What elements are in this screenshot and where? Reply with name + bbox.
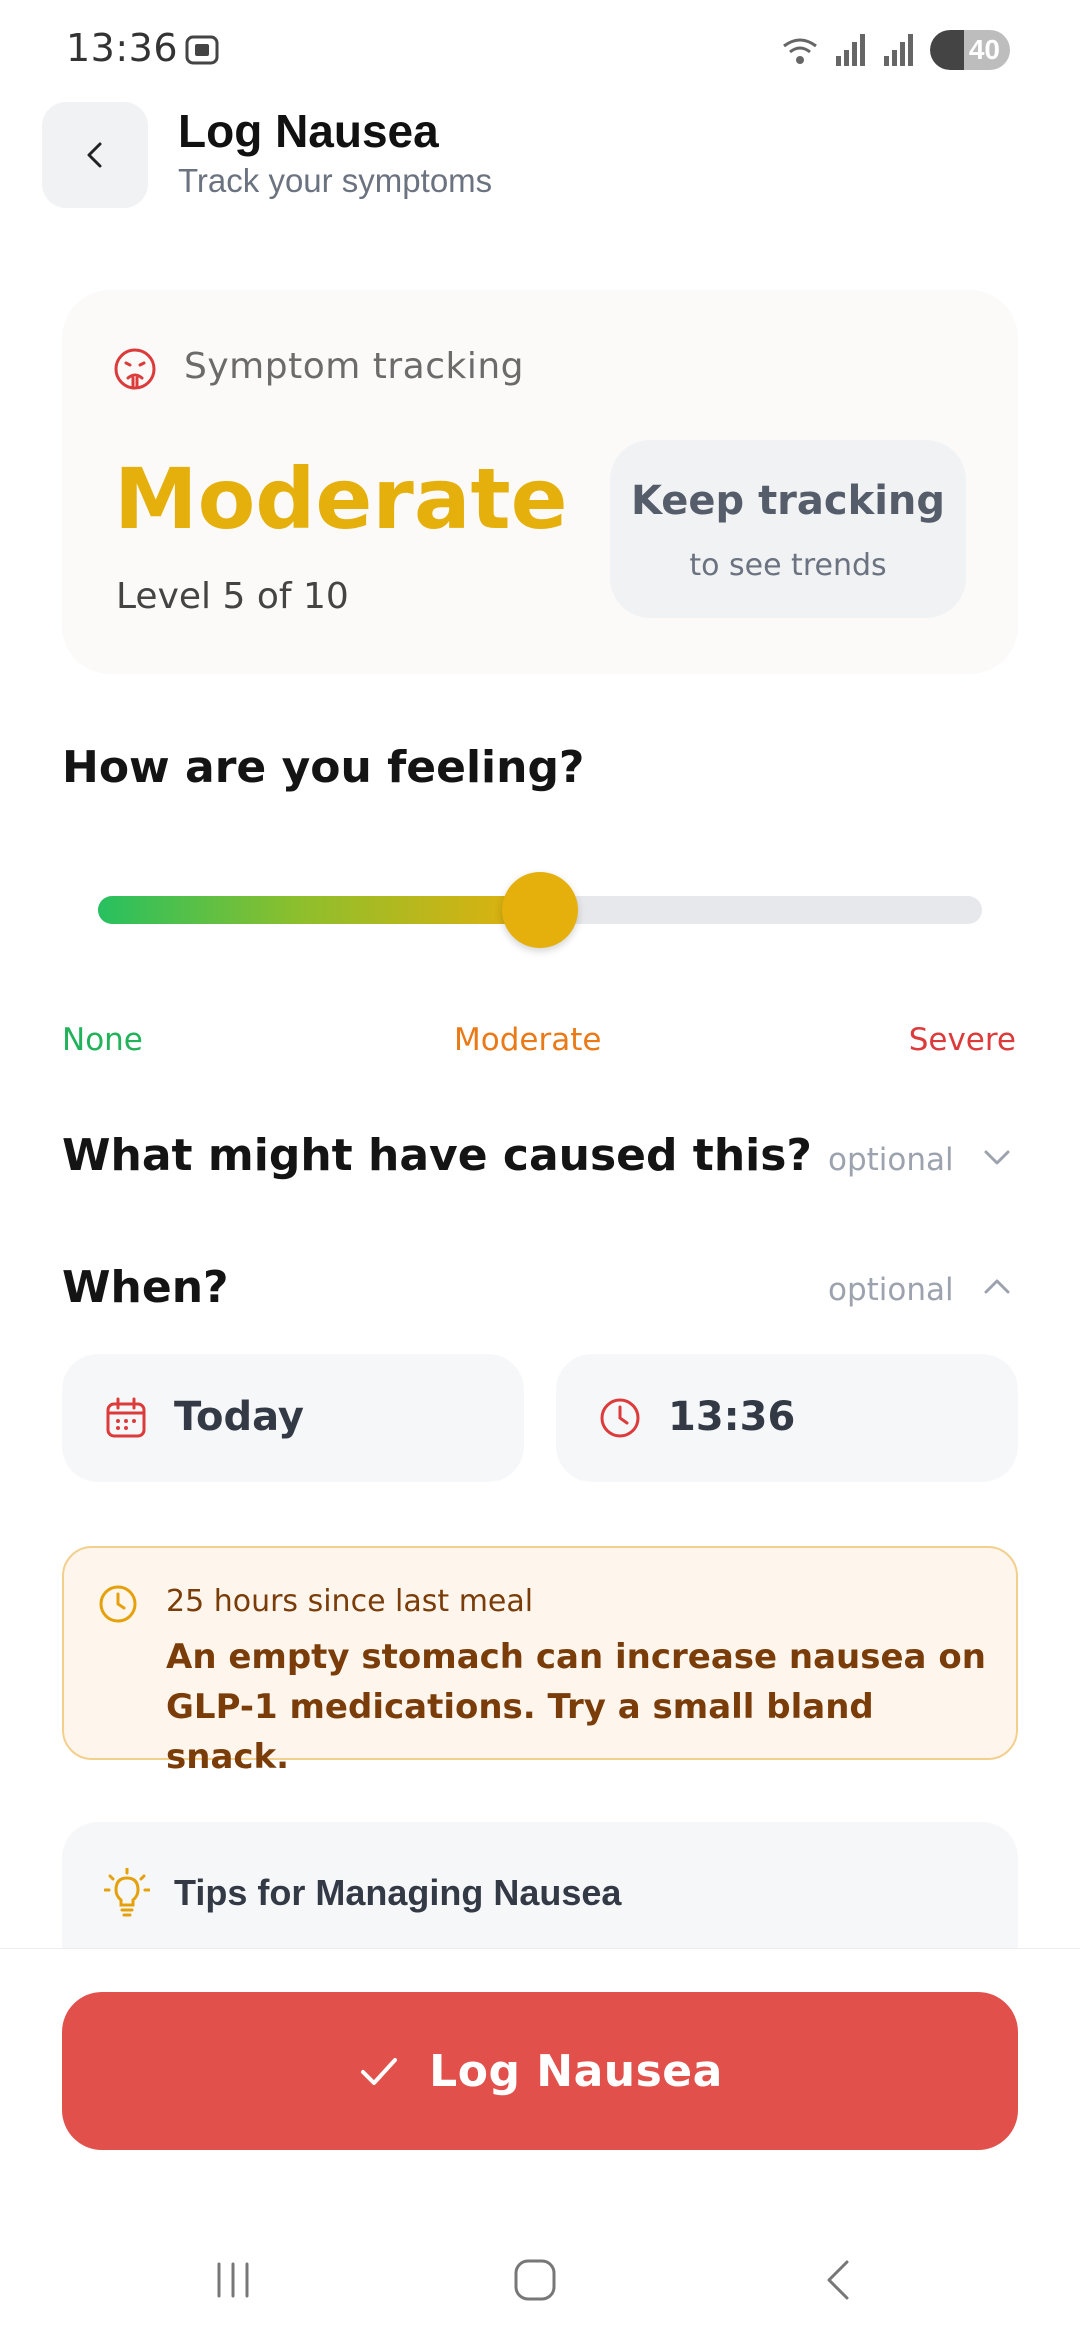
status-icons: 40	[780, 30, 1010, 70]
clock-icon	[600, 1398, 640, 1438]
check-icon	[361, 2058, 398, 2085]
home-icon	[514, 2259, 556, 2301]
system-nav-bar	[0, 2230, 1080, 2340]
severity-word: Moderate	[114, 450, 568, 548]
symptom-summary-card: Symptom tracking Moderate Level 5 of 10 …	[62, 290, 1018, 674]
alert-body: An empty stomach can increase nausea on …	[166, 1637, 986, 1777]
chevron-up-icon[interactable]	[982, 1272, 1012, 1302]
back-button[interactable]	[42, 102, 148, 208]
recents-icon	[217, 2262, 249, 2298]
cause-section-title[interactable]: What might have caused this?	[62, 1130, 812, 1181]
time-picker[interactable]: 13:36	[556, 1354, 1018, 1482]
alert-heading: 25 hours since last meal	[166, 1584, 534, 1619]
system-back-button[interactable]	[804, 2250, 874, 2310]
date-picker[interactable]: Today	[62, 1354, 524, 1482]
chevron-down-icon[interactable]	[982, 1142, 1012, 1172]
meal-alert: 25 hours since last meal An empty stomac…	[62, 1546, 1018, 1777]
symptom-tracking-label: Symptom tracking	[184, 346, 525, 387]
trend-subtitle: to see trends	[689, 548, 887, 583]
screenshot-icon	[185, 35, 219, 65]
status-time: 13:36	[66, 26, 179, 70]
when-optional-label: optional	[828, 1272, 954, 1308]
battery-level: 40	[968, 34, 1000, 65]
clock-icon	[99, 1585, 137, 1623]
back-arrow-icon	[827, 2260, 849, 2300]
page-title: Log Nausea	[178, 105, 439, 157]
severity-slider[interactable]	[98, 872, 982, 948]
trend-title: Keep tracking	[630, 478, 946, 524]
scale-label-none: None	[62, 1022, 143, 1058]
cause-optional-label: optional	[828, 1142, 954, 1178]
page-subtitle: Track your symptoms	[178, 162, 493, 199]
recent-apps-button[interactable]	[198, 2250, 268, 2310]
scale-label-severe: Severe	[908, 1022, 1016, 1058]
scale-label-moderate: Moderate	[454, 1022, 602, 1058]
back-arrow-icon	[87, 142, 102, 168]
lightbulb-icon	[104, 1868, 150, 1917]
trend-placeholder: Keep tracking to see trends	[610, 440, 966, 618]
status-bar: 13:36 40	[0, 0, 1080, 100]
slider-fill	[98, 896, 540, 924]
time-value: 13:36	[668, 1394, 796, 1440]
signal-icon-2	[884, 34, 913, 66]
battery-indicator: 40	[930, 30, 1010, 70]
log-nausea-label: Log Nausea	[429, 2045, 723, 2097]
nausea-face-icon	[114, 348, 156, 390]
signal-icon-1	[836, 34, 865, 66]
severity-level-text: Level 5 of 10	[116, 576, 349, 617]
home-button[interactable]	[500, 2250, 570, 2310]
tips-title: Tips for Managing Nausea	[174, 1872, 622, 1913]
calendar-icon	[106, 1397, 146, 1438]
wifi-icon	[783, 38, 817, 64]
slider-thumb[interactable]	[502, 872, 578, 948]
date-value: Today	[174, 1394, 304, 1440]
log-nausea-button[interactable]: Log Nausea	[62, 1992, 1018, 2150]
feeling-title: How are you feeling?	[62, 742, 585, 793]
when-section-title[interactable]: When?	[62, 1262, 229, 1313]
